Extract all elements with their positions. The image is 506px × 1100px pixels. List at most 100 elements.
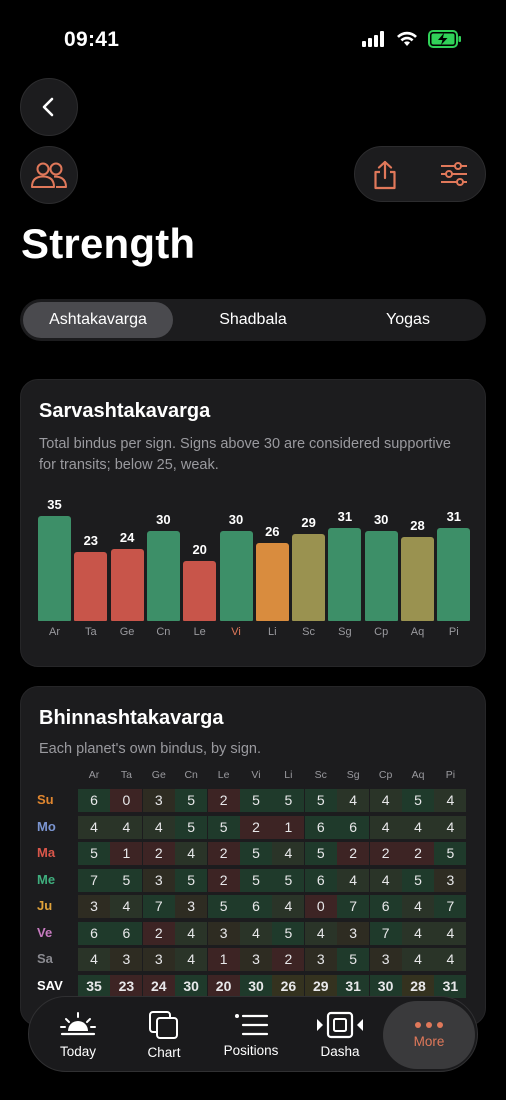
grid-cell: 3 — [434, 868, 467, 892]
tab-positions[interactable]: Positions — [205, 997, 297, 1073]
list-icon — [235, 1014, 269, 1036]
grid-sign-header: Vi — [251, 769, 261, 781]
bar-ta — [74, 552, 108, 621]
grid-cell: 3 — [240, 948, 272, 971]
grid-cell: 5 — [110, 868, 143, 892]
bar-le — [183, 561, 217, 621]
grid-cell: 4 — [78, 948, 110, 971]
grid-cell: 5 — [240, 842, 272, 865]
grid-cell: 4 — [337, 789, 370, 812]
bar-label: Pi — [448, 626, 459, 638]
tab-today[interactable]: Today — [33, 997, 123, 1073]
grid-cell: 5 — [175, 789, 208, 812]
grid-cell: 6 — [337, 815, 370, 839]
grid-cell: 4 — [272, 842, 305, 865]
grid-cell: 2 — [240, 815, 272, 839]
grid-cell: 2 — [207, 868, 240, 892]
tab-chart[interactable]: Chart — [121, 997, 207, 1073]
grid-cell: 4 — [304, 921, 337, 945]
tab-yogas[interactable]: Yogas — [353, 302, 463, 338]
grid-cell: 4 — [175, 921, 208, 945]
bar-ge — [110, 549, 144, 621]
tab-more[interactable]: More — [383, 1001, 475, 1069]
grid-cell: 5 — [175, 815, 208, 839]
bar-label: Cn — [156, 626, 171, 638]
grid-cell: 2 — [207, 842, 240, 865]
tab-bar: Today Chart Positions Dasha More — [28, 996, 478, 1072]
grid-cell: 3 — [142, 868, 175, 892]
bar-value: 23 — [83, 533, 99, 548]
grid-cell: 2 — [337, 842, 370, 865]
grid-sav-label: SAV — [37, 977, 63, 993]
profiles-button[interactable] — [20, 146, 78, 204]
status-icons — [362, 30, 462, 48]
grid-cell: 2 — [272, 948, 305, 971]
grid-cell: 3 — [304, 948, 337, 971]
tab-shadbala[interactable]: Shadbala — [198, 302, 308, 338]
bar-value: 30 — [156, 512, 171, 527]
bar-value: 30 — [228, 512, 244, 527]
grid-cell: 6 — [304, 868, 337, 892]
grid-cell: 4 — [175, 948, 208, 971]
chevron-left-icon — [42, 97, 54, 117]
bar-sc — [292, 534, 326, 621]
bar-value: 26 — [265, 524, 280, 539]
bar-label: Aq — [410, 626, 425, 638]
grid-cell: 3 — [78, 895, 110, 918]
grid-cell: 4 — [434, 789, 467, 812]
grid-sav-cell: 31 — [434, 974, 467, 998]
sliders-icon[interactable] — [439, 159, 469, 189]
bar-value: 35 — [47, 497, 62, 512]
grid-cell: 2 — [402, 842, 434, 865]
grid-cell: 5 — [337, 948, 370, 971]
grid-cell: 4 — [434, 948, 467, 971]
status-bar: 09:41 — [0, 0, 506, 80]
grid-sign-header: Ge — [151, 769, 166, 781]
bar-vi — [219, 531, 253, 621]
bhinnashtakavarga-card: Bhinnashtakavarga Each planet's own bind… — [20, 686, 486, 1026]
grid-cell: 4 — [78, 815, 110, 839]
back-button[interactable] — [20, 78, 78, 136]
bar-label: Sc — [302, 626, 316, 638]
grid-cell: 0 — [304, 895, 337, 918]
share-icon[interactable] — [369, 159, 401, 191]
grid-cell: 4 — [369, 815, 402, 839]
grid-cell: 1 — [207, 948, 240, 971]
bar-label: Le — [193, 626, 206, 638]
bar-label: Vi — [231, 626, 241, 638]
tab-today-label: Today — [59, 1044, 97, 1059]
grid-cell: 3 — [337, 921, 370, 945]
grid-cell: 3 — [207, 921, 240, 945]
bar-label: Ar — [49, 626, 60, 638]
grid-sav-cell: 30 — [175, 974, 208, 998]
grid-cell: 6 — [78, 921, 110, 945]
grid-cell: 3 — [175, 895, 208, 918]
grid-cell: 6 — [369, 895, 402, 918]
bhinna-title: Bhinnashtakavarga — [39, 707, 224, 729]
sarva-subtitle: Total bindus per sign. Signs above 30 ar… — [39, 436, 451, 473]
tab-ashtakavarga[interactable]: Ashtakavarga — [23, 302, 173, 338]
grid-sign-header: Le — [217, 769, 230, 781]
grid-cell: 2 — [369, 842, 402, 865]
grid-sign-header: Li — [284, 769, 293, 781]
grid-sign-header: Cn — [184, 769, 198, 781]
bar-ar — [38, 516, 71, 621]
grid-cell: 5 — [207, 815, 240, 839]
grid-cell: 7 — [434, 895, 467, 918]
grid-sign-header: Cp — [378, 769, 393, 781]
grid-sav-cell: 30 — [369, 974, 402, 998]
bar-aq — [401, 537, 434, 621]
grid-sav-cell: 29 — [304, 974, 337, 998]
grid-cell: 5 — [175, 868, 208, 892]
grid-planet-label: Mo — [37, 818, 56, 834]
grid-cell: 4 — [337, 868, 370, 892]
battery-charging-icon — [428, 30, 461, 48]
bar-sg — [328, 528, 362, 621]
grid-cell: 5 — [402, 868, 434, 892]
bhinna-subtitle: Each planet's own bindus, by sign. — [39, 741, 262, 757]
tab-dasha[interactable]: Dasha — [297, 997, 383, 1073]
grid-cell: 4 — [175, 842, 208, 865]
bar-label: Ta — [84, 626, 97, 638]
grid-cell: 5 — [207, 895, 240, 918]
grid-cell: 5 — [304, 842, 337, 865]
